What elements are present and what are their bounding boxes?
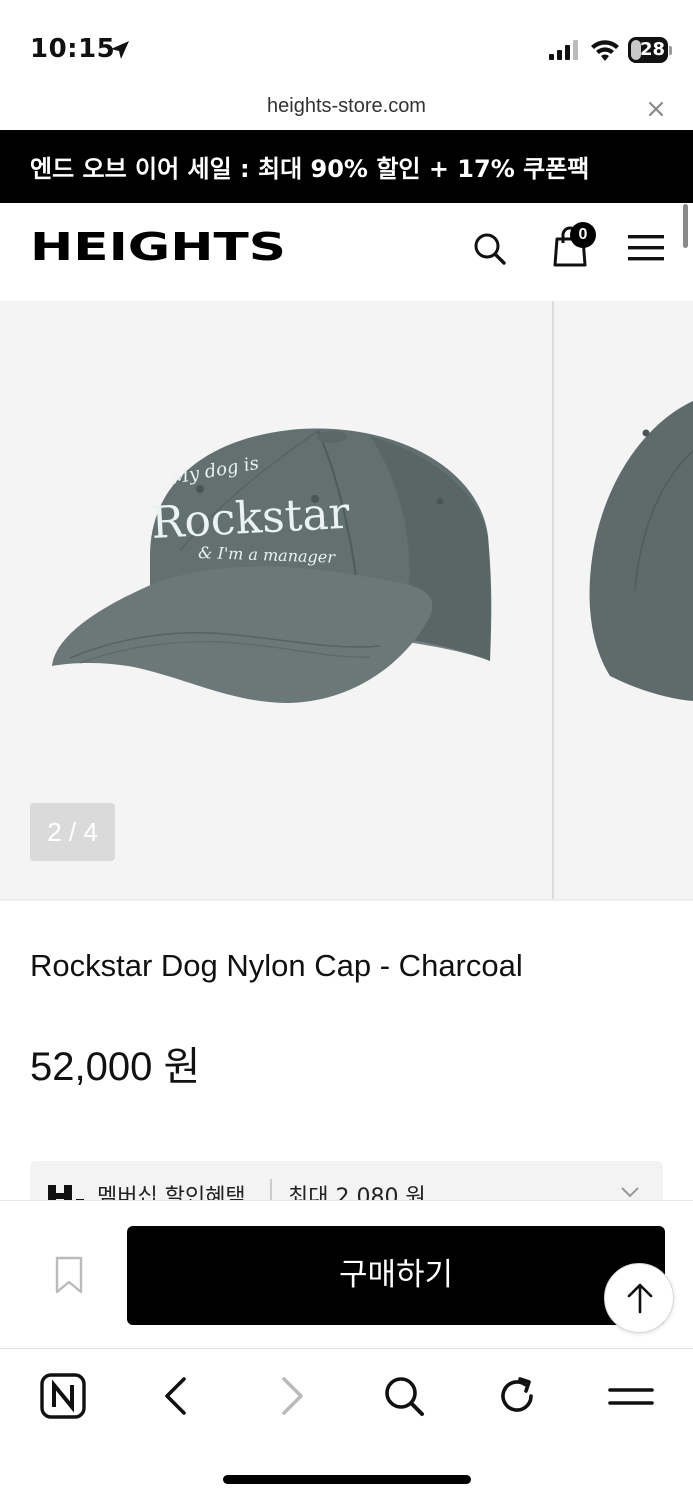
wifi-icon xyxy=(591,40,619,61)
cap-text-line2: Rockstar xyxy=(150,488,352,549)
url-text[interactable]: heights-store.com xyxy=(0,95,693,118)
svg-text:HEIGHTS: HEIGHTS xyxy=(30,229,286,265)
browser-toolbar xyxy=(0,1348,693,1500)
home-indicator[interactable] xyxy=(223,1475,471,1484)
cart-count-badge: 0 xyxy=(570,222,596,248)
cellular-signal-icon xyxy=(549,40,578,60)
battery-icon: 28 xyxy=(628,37,672,63)
buy-now-button[interactable]: 구매하기 xyxy=(127,1226,665,1325)
membership-separator xyxy=(270,1179,272,1201)
next-product-image-peek[interactable] xyxy=(580,391,693,711)
reload-icon[interactable] xyxy=(494,1373,540,1419)
heights-logo[interactable]: HEIGHTS xyxy=(30,229,286,265)
product-image-gallery[interactable]: My dog is Rockstar & I'm a manager 2 / 4 xyxy=(0,301,693,899)
membership-value: 최대 2,080 원 xyxy=(288,1185,426,1201)
membership-discount-row[interactable]: 멤버십 할인혜택 최대 2,080 원 xyxy=(30,1161,663,1201)
scroll-to-top-button[interactable] xyxy=(604,1263,674,1333)
battery-level: 28 xyxy=(639,39,665,60)
search-icon[interactable] xyxy=(381,1373,427,1419)
status-time: 10:15 xyxy=(30,34,116,64)
search-icon[interactable] xyxy=(472,231,508,267)
arrow-up-icon xyxy=(627,1283,653,1314)
promo-text[interactable]: 엔드 오브 이어 세일 : 최대 90% 할인 + 17% 쿠폰팩 xyxy=(30,149,589,184)
page-scrollbar[interactable] xyxy=(683,204,688,248)
hamburger-menu-icon[interactable] xyxy=(628,233,664,263)
url-bar[interactable]: heights-store.com xyxy=(0,88,693,130)
membership-label: 멤버십 할인혜택 xyxy=(97,1185,246,1201)
product-image-cap[interactable]: My dog is Rockstar & I'm a manager xyxy=(40,361,510,711)
forward-arrow-icon[interactable] xyxy=(268,1373,314,1419)
image-counter: 2 / 4 xyxy=(30,803,115,861)
gallery-divider xyxy=(552,301,554,899)
promo-banner[interactable]: 엔드 오브 이어 세일 : 최대 90% 할인 + 17% 쿠폰팩 xyxy=(0,130,693,203)
close-icon[interactable] xyxy=(643,96,669,122)
location-arrow-icon xyxy=(111,41,129,59)
product-price: 52,000 원 xyxy=(30,1045,201,1089)
gallery-divider-line xyxy=(0,899,693,901)
purchase-bar: 구매하기 xyxy=(0,1200,693,1348)
menu-icon[interactable] xyxy=(608,1373,654,1419)
naver-home-icon[interactable] xyxy=(40,1373,86,1419)
back-arrow-icon[interactable] xyxy=(154,1373,200,1419)
bookmark-icon[interactable] xyxy=(54,1255,84,1295)
status-bar: 10:15 28 xyxy=(0,0,693,88)
product-title: Rockstar Dog Nylon Cap - Charcoal xyxy=(30,948,523,983)
chevron-down-icon[interactable] xyxy=(620,1185,640,1199)
heights-h-icon xyxy=(48,1185,84,1201)
site-header: HEIGHTS 0 xyxy=(0,203,693,301)
